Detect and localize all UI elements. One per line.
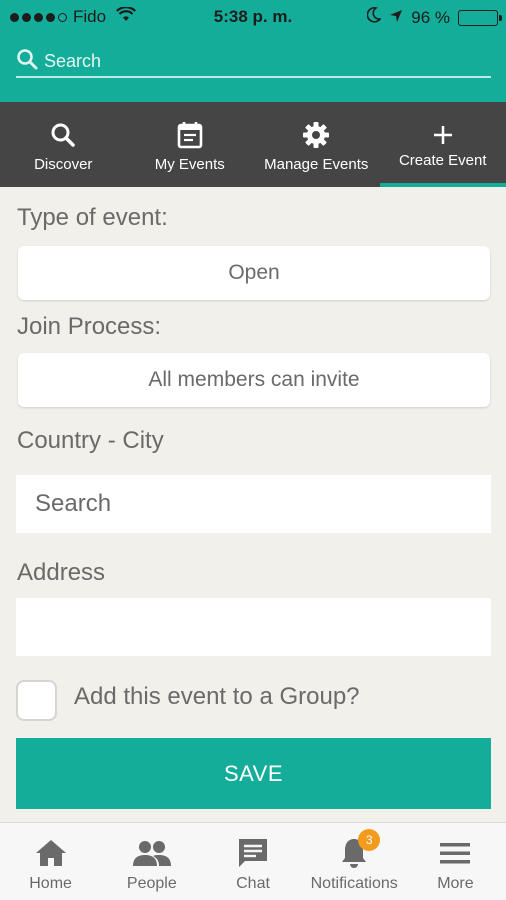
bell-icon: 3 [340, 829, 381, 871]
add-to-group-checkbox[interactable] [16, 680, 57, 721]
menu-icon [439, 835, 471, 871]
nav-label: Notifications [310, 875, 398, 892]
search-icon [16, 48, 44, 75]
country-city-label: Country - City [17, 427, 164, 454]
country-city-search-input[interactable]: Search [16, 475, 491, 533]
address-label: Address [17, 559, 106, 586]
plus-icon [432, 120, 454, 150]
type-of-event-label: Type of event: [17, 204, 168, 231]
status-bar: Fido 5:38 p. m. 96 % [0, 0, 506, 34]
tab-label: Discover [34, 156, 93, 173]
search-placeholder: Search [44, 50, 102, 71]
search-icon [50, 120, 76, 150]
bottom-nav: Home People Chat 3 Notifications More [0, 822, 506, 900]
people-icon [132, 835, 171, 871]
moon-icon [366, 7, 383, 28]
address-input[interactable] [16, 598, 491, 656]
nav-people[interactable]: People [101, 823, 202, 900]
tab-label: My Events [154, 156, 225, 173]
notification-badge: 3 [358, 829, 381, 851]
nav-label: Chat [236, 875, 270, 892]
gear-icon [302, 120, 330, 150]
tab-my-events[interactable]: My Events [127, 102, 254, 187]
nav-chat[interactable]: Chat [202, 823, 303, 900]
tab-create-event[interactable]: Create Event [379, 102, 506, 187]
join-process-label: Join Process: [17, 313, 162, 340]
tab-label: Manage Events [264, 156, 369, 173]
battery-percentage: 96 % [411, 7, 450, 27]
chat-icon [237, 835, 269, 871]
tab-label: Create Event [398, 152, 487, 169]
nav-more[interactable]: More [405, 823, 506, 900]
search-header: Search [0, 34, 506, 102]
tab-manage-events[interactable]: Manage Events [253, 102, 380, 187]
save-button[interactable]: SAVE [16, 738, 491, 809]
type-of-event-select[interactable]: Open [18, 246, 490, 300]
join-process-select[interactable]: All members can invite [18, 353, 490, 407]
home-icon [35, 835, 67, 871]
search-input[interactable]: Search [16, 46, 491, 78]
nav-home[interactable]: Home [0, 823, 101, 900]
event-tabs: Discover My Events Manage Events Create … [0, 102, 506, 187]
calendar-icon [177, 120, 203, 150]
tab-discover[interactable]: Discover [0, 102, 127, 187]
nav-label: Home [29, 875, 72, 892]
battery-icon [458, 9, 502, 26]
add-to-group-label: Add this event to a Group? [74, 683, 360, 710]
location-arrow-icon [389, 8, 403, 28]
nav-label: People [126, 875, 177, 892]
nav-notifications[interactable]: 3 Notifications [304, 823, 405, 900]
nav-label: More [437, 875, 474, 892]
